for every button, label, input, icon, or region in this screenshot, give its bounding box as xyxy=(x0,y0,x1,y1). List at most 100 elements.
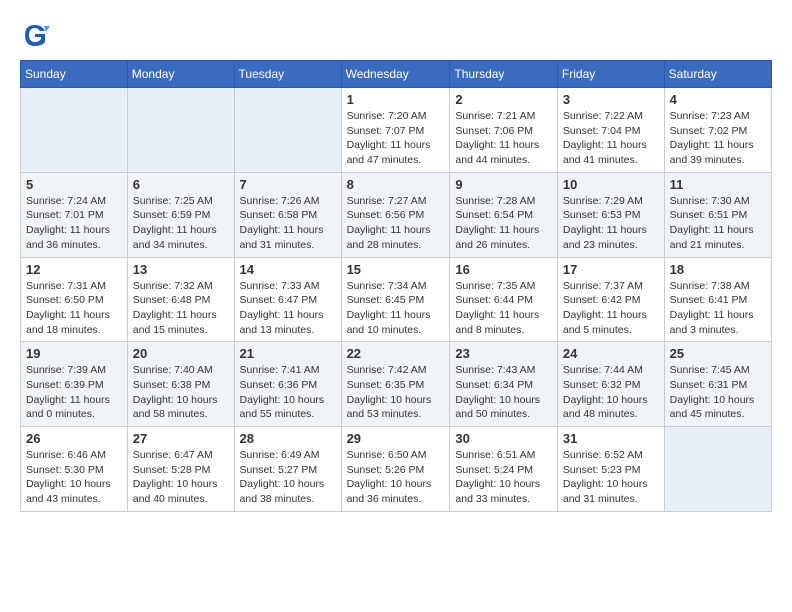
weekday-header: Monday xyxy=(127,61,234,88)
day-number: 14 xyxy=(240,262,336,277)
calendar-cell: 9 Sunrise: 7:28 AM Sunset: 6:54 PM Daylig… xyxy=(450,172,558,257)
day-number: 16 xyxy=(455,262,552,277)
calendar-cell: 29Sunrise: 6:50 AM Sunset: 5:26 PM Dayli… xyxy=(341,427,450,512)
calendar-cell: 17 Sunrise: 7:37 AM Sunset: 6:42 PM Dayli… xyxy=(557,257,664,342)
day-number: 2 xyxy=(455,92,552,107)
logo-icon xyxy=(20,20,50,50)
day-info: Sunrise: 6:50 AM Sunset: 5:26 PM Dayligh… xyxy=(347,448,445,507)
calendar-cell: 24 Sunrise: 7:44 AM Sunset: 6:32 PM Dayli… xyxy=(557,342,664,427)
day-number: 12 xyxy=(26,262,122,277)
calendar-cell: 23 Sunrise: 7:43 AM Sunset: 6:34 PM Dayli… xyxy=(450,342,558,427)
day-info: Sunrise: 7:32 AM Sunset: 6:48 PM Dayligh… xyxy=(133,279,229,338)
day-number: 31 xyxy=(563,431,659,446)
day-info: Sunrise: 7:22 AM Sunset: 7:04 PM Dayligh… xyxy=(563,109,659,168)
weekday-header: Thursday xyxy=(450,61,558,88)
weekday-header: Saturday xyxy=(664,61,771,88)
day-info: Sunrise: 7:41 AM Sunset: 6:36 PM Dayligh… xyxy=(240,363,336,422)
calendar-cell: 15Sunrise: 7:34 AM Sunset: 6:45 PM Dayli… xyxy=(341,257,450,342)
weekday-header: Tuesday xyxy=(234,61,341,88)
calendar-cell: 27 Sunrise: 6:47 AM Sunset: 5:28 PM Dayli… xyxy=(127,427,234,512)
calendar-cell: 21 Sunrise: 7:41 AM Sunset: 6:36 PM Dayli… xyxy=(234,342,341,427)
day-number: 10 xyxy=(563,177,659,192)
day-info: Sunrise: 6:46 AM Sunset: 5:30 PM Dayligh… xyxy=(26,448,122,507)
day-info: Sunrise: 7:26 AM Sunset: 6:58 PM Dayligh… xyxy=(240,194,336,253)
day-info: Sunrise: 7:45 AM Sunset: 6:31 PM Dayligh… xyxy=(670,363,766,422)
calendar-cell: 18 Sunrise: 7:38 AM Sunset: 6:41 PM Dayli… xyxy=(664,257,771,342)
day-info: Sunrise: 7:30 AM Sunset: 6:51 PM Dayligh… xyxy=(670,194,766,253)
day-info: Sunrise: 7:23 AM Sunset: 7:02 PM Dayligh… xyxy=(670,109,766,168)
day-info: Sunrise: 6:51 AM Sunset: 5:24 PM Dayligh… xyxy=(455,448,552,507)
calendar-cell: 14 Sunrise: 7:33 AM Sunset: 6:47 PM Dayli… xyxy=(234,257,341,342)
day-number: 9 xyxy=(455,177,552,192)
calendar-cell: 6Sunrise: 7:25 AM Sunset: 6:59 PM Daylig… xyxy=(127,172,234,257)
day-number: 13 xyxy=(133,262,229,277)
day-info: Sunrise: 7:35 AM Sunset: 6:44 PM Dayligh… xyxy=(455,279,552,338)
day-number: 24 xyxy=(563,346,659,361)
calendar-cell: 30 Sunrise: 6:51 AM Sunset: 5:24 PM Dayli… xyxy=(450,427,558,512)
day-number: 1 xyxy=(347,92,445,107)
day-number: 28 xyxy=(240,431,336,446)
day-number: 23 xyxy=(455,346,552,361)
day-info: Sunrise: 7:28 AM Sunset: 6:54 PM Dayligh… xyxy=(455,194,552,253)
calendar-cell: 13 Sunrise: 7:32 AM Sunset: 6:48 PM Dayli… xyxy=(127,257,234,342)
calendar: SundayMondayTuesdayWednesdayThursdayFrid… xyxy=(20,60,772,512)
calendar-cell: 31Sunrise: 6:52 AM Sunset: 5:23 PM Dayli… xyxy=(557,427,664,512)
calendar-cell xyxy=(127,88,234,173)
calendar-cell: 1 Sunrise: 7:20 AM Sunset: 7:07 PM Daylig… xyxy=(341,88,450,173)
weekday-header: Friday xyxy=(557,61,664,88)
day-info: Sunrise: 7:34 AM Sunset: 6:45 PM Dayligh… xyxy=(347,279,445,338)
day-number: 21 xyxy=(240,346,336,361)
day-number: 26 xyxy=(26,431,122,446)
day-info: Sunrise: 7:24 AM Sunset: 7:01 PM Dayligh… xyxy=(26,194,122,253)
page-header xyxy=(20,20,772,50)
day-info: Sunrise: 7:37 AM Sunset: 6:42 PM Dayligh… xyxy=(563,279,659,338)
calendar-cell: 28 Sunrise: 6:49 AM Sunset: 5:27 PM Dayli… xyxy=(234,427,341,512)
calendar-cell: 4 Sunrise: 7:23 AM Sunset: 7:02 PM Daylig… xyxy=(664,88,771,173)
weekday-header: Sunday xyxy=(21,61,128,88)
day-number: 19 xyxy=(26,346,122,361)
day-info: Sunrise: 7:38 AM Sunset: 6:41 PM Dayligh… xyxy=(670,279,766,338)
day-number: 25 xyxy=(670,346,766,361)
day-info: Sunrise: 7:20 AM Sunset: 7:07 PM Dayligh… xyxy=(347,109,445,168)
day-number: 5 xyxy=(26,177,122,192)
calendar-cell: 19 Sunrise: 7:39 AM Sunset: 6:39 PM Dayli… xyxy=(21,342,128,427)
day-info: Sunrise: 7:40 AM Sunset: 6:38 PM Dayligh… xyxy=(133,363,229,422)
day-number: 27 xyxy=(133,431,229,446)
day-number: 17 xyxy=(563,262,659,277)
day-info: Sunrise: 7:33 AM Sunset: 6:47 PM Dayligh… xyxy=(240,279,336,338)
day-number: 20 xyxy=(133,346,229,361)
day-number: 4 xyxy=(670,92,766,107)
calendar-cell: 26 Sunrise: 6:46 AM Sunset: 5:30 PM Dayli… xyxy=(21,427,128,512)
calendar-cell: 25 Sunrise: 7:45 AM Sunset: 6:31 PM Dayli… xyxy=(664,342,771,427)
calendar-cell: 16 Sunrise: 7:35 AM Sunset: 6:44 PM Dayli… xyxy=(450,257,558,342)
calendar-cell xyxy=(21,88,128,173)
day-number: 8 xyxy=(347,177,445,192)
calendar-cell xyxy=(664,427,771,512)
day-info: Sunrise: 6:47 AM Sunset: 5:28 PM Dayligh… xyxy=(133,448,229,507)
calendar-cell: 22Sunrise: 7:42 AM Sunset: 6:35 PM Dayli… xyxy=(341,342,450,427)
day-info: Sunrise: 7:29 AM Sunset: 6:53 PM Dayligh… xyxy=(563,194,659,253)
calendar-cell: 5 Sunrise: 7:24 AM Sunset: 7:01 PM Daylig… xyxy=(21,172,128,257)
day-info: Sunrise: 7:25 AM Sunset: 6:59 PM Dayligh… xyxy=(133,194,229,253)
calendar-cell xyxy=(234,88,341,173)
day-number: 30 xyxy=(455,431,552,446)
calendar-cell: 10 Sunrise: 7:29 AM Sunset: 6:53 PM Dayli… xyxy=(557,172,664,257)
day-info: Sunrise: 7:21 AM Sunset: 7:06 PM Dayligh… xyxy=(455,109,552,168)
day-info: Sunrise: 7:44 AM Sunset: 6:32 PM Dayligh… xyxy=(563,363,659,422)
calendar-cell: 12 Sunrise: 7:31 AM Sunset: 6:50 PM Dayli… xyxy=(21,257,128,342)
day-number: 11 xyxy=(670,177,766,192)
day-info: Sunrise: 7:39 AM Sunset: 6:39 PM Dayligh… xyxy=(26,363,122,422)
calendar-cell: 8 Sunrise: 7:27 AM Sunset: 6:56 PM Daylig… xyxy=(341,172,450,257)
day-info: Sunrise: 6:49 AM Sunset: 5:27 PM Dayligh… xyxy=(240,448,336,507)
day-number: 7 xyxy=(240,177,336,192)
calendar-cell: 7 Sunrise: 7:26 AM Sunset: 6:58 PM Daylig… xyxy=(234,172,341,257)
day-number: 22 xyxy=(347,346,445,361)
calendar-cell: 3 Sunrise: 7:22 AM Sunset: 7:04 PM Daylig… xyxy=(557,88,664,173)
day-number: 3 xyxy=(563,92,659,107)
day-info: Sunrise: 7:27 AM Sunset: 6:56 PM Dayligh… xyxy=(347,194,445,253)
day-number: 18 xyxy=(670,262,766,277)
day-info: Sunrise: 7:31 AM Sunset: 6:50 PM Dayligh… xyxy=(26,279,122,338)
logo xyxy=(20,20,54,50)
day-info: Sunrise: 7:43 AM Sunset: 6:34 PM Dayligh… xyxy=(455,363,552,422)
calendar-cell: 20 Sunrise: 7:40 AM Sunset: 6:38 PM Dayli… xyxy=(127,342,234,427)
